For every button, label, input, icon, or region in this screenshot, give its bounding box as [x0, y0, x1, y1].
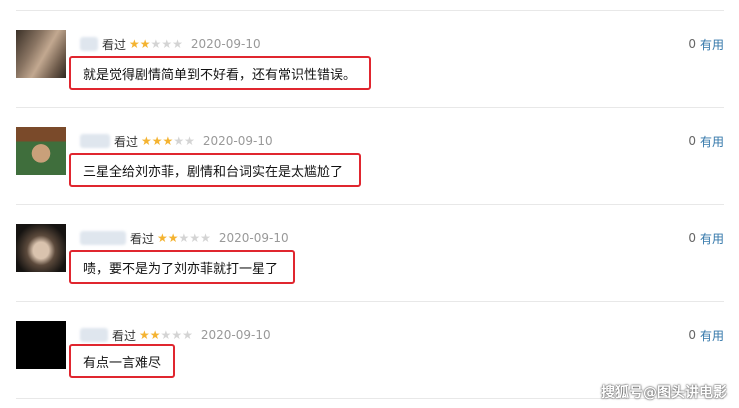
star-filled-icon: ★: [139, 37, 151, 51]
rating-stars: ★ ★ ★ ★ ★: [157, 232, 211, 244]
username-blurred[interactable]: [80, 134, 110, 148]
comment-item: 看过 ★ ★ ★ ★ ★ 2020-09-10 0 有用 就是觉得剧情简单到不好看，还有…: [16, 11, 724, 108]
useful-vote-button[interactable]: 有用: [700, 327, 724, 344]
comment-text: 啧，要不是为了刘亦菲就打一星了: [83, 261, 279, 277]
comment-date: 2020-09-10: [202, 134, 273, 148]
star-filled-icon: ★: [167, 231, 179, 245]
username-blurred[interactable]: [80, 231, 126, 245]
watched-status: 看过: [130, 231, 155, 246]
star-empty-icon: ★: [189, 231, 201, 245]
star-filled-icon: ★: [162, 134, 174, 148]
comment-date: 2020-09-10: [190, 37, 261, 51]
rating-stars: ★ ★ ★ ★ ★: [139, 329, 193, 341]
vote-area: 0 有用: [688, 229, 724, 247]
comment-text: 就是觉得剧情简单到不好看，还有常识性错误。: [83, 67, 357, 83]
star-filled-icon: ★: [157, 231, 168, 245]
star-filled-icon: ★: [151, 134, 163, 148]
comment-meta: 看过 ★ ★ ★ ★ ★ 2020-09-10: [80, 132, 273, 150]
comment-date: 2020-09-10: [218, 231, 289, 245]
comment-text-highlighted: 有点一言难尽: [69, 344, 175, 378]
avatar[interactable]: [16, 30, 66, 78]
comment-item: 看过 ★ ★ ★ ★ ★ 2020-09-10 0 有用 啧，要不是为了刘亦菲就打一星了: [16, 205, 724, 302]
comment-date: 2020-09-10: [200, 328, 271, 342]
comment-meta: 看过 ★ ★ ★ ★ ★ 2020-09-10: [80, 229, 289, 247]
star-filled-icon: ★: [129, 37, 140, 51]
comment-text: 有点一言难尽: [83, 355, 162, 371]
avatar[interactable]: [16, 224, 66, 272]
rating-stars: ★ ★ ★ ★ ★: [129, 38, 183, 50]
comment-text: 三星全给刘亦菲，剧情和台词实在是太尴尬了: [83, 164, 344, 180]
comment-text-highlighted: 啧，要不是为了刘亦菲就打一星了: [69, 250, 295, 284]
comment-meta: 看过 ★ ★ ★ ★ ★ 2020-09-10: [80, 326, 271, 344]
avatar[interactable]: [16, 127, 66, 175]
star-empty-icon: ★: [160, 328, 172, 342]
star-filled-icon: ★: [139, 328, 150, 342]
username-blurred[interactable]: [80, 37, 98, 51]
vote-area: 0 有用: [688, 326, 724, 344]
star-empty-icon: ★: [172, 37, 183, 51]
vote-count: 0: [688, 328, 696, 342]
useful-vote-button[interactable]: 有用: [700, 133, 724, 150]
star-empty-icon: ★: [182, 328, 193, 342]
username-blurred[interactable]: [80, 328, 108, 342]
star-empty-icon: ★: [173, 134, 185, 148]
useful-vote-button[interactable]: 有用: [700, 36, 724, 53]
star-empty-icon: ★: [161, 37, 173, 51]
comment-meta: 看过 ★ ★ ★ ★ ★ 2020-09-10: [80, 35, 261, 53]
comment-item: 看过 ★ ★ ★ ★ ★ 2020-09-10 0 有用 三星全给刘亦菲，剧情和台词实在…: [16, 108, 724, 205]
star-empty-icon: ★: [171, 328, 183, 342]
vote-count: 0: [688, 231, 696, 245]
watched-status: 看过: [114, 134, 139, 149]
vote-count: 0: [688, 134, 696, 148]
vote-area: 0 有用: [688, 132, 724, 150]
star-empty-icon: ★: [184, 134, 195, 148]
star-filled-icon: ★: [149, 328, 161, 342]
vote-area: 0 有用: [688, 35, 724, 53]
star-empty-icon: ★: [200, 231, 211, 245]
vote-count: 0: [688, 37, 696, 51]
comment-text-highlighted: 就是觉得剧情简单到不好看，还有常识性错误。: [69, 56, 371, 90]
star-filled-icon: ★: [141, 134, 152, 148]
watched-status: 看过: [112, 328, 137, 343]
star-empty-icon: ★: [178, 231, 190, 245]
comment-text-highlighted: 三星全给刘亦菲，剧情和台词实在是太尴尬了: [69, 153, 361, 187]
useful-vote-button[interactable]: 有用: [700, 230, 724, 247]
watermark: 搜狐号@图头讲电影: [601, 385, 727, 401]
avatar[interactable]: [16, 321, 66, 369]
star-empty-icon: ★: [150, 37, 162, 51]
watched-status: 看过: [102, 37, 127, 52]
rating-stars: ★ ★ ★ ★ ★: [141, 135, 195, 147]
